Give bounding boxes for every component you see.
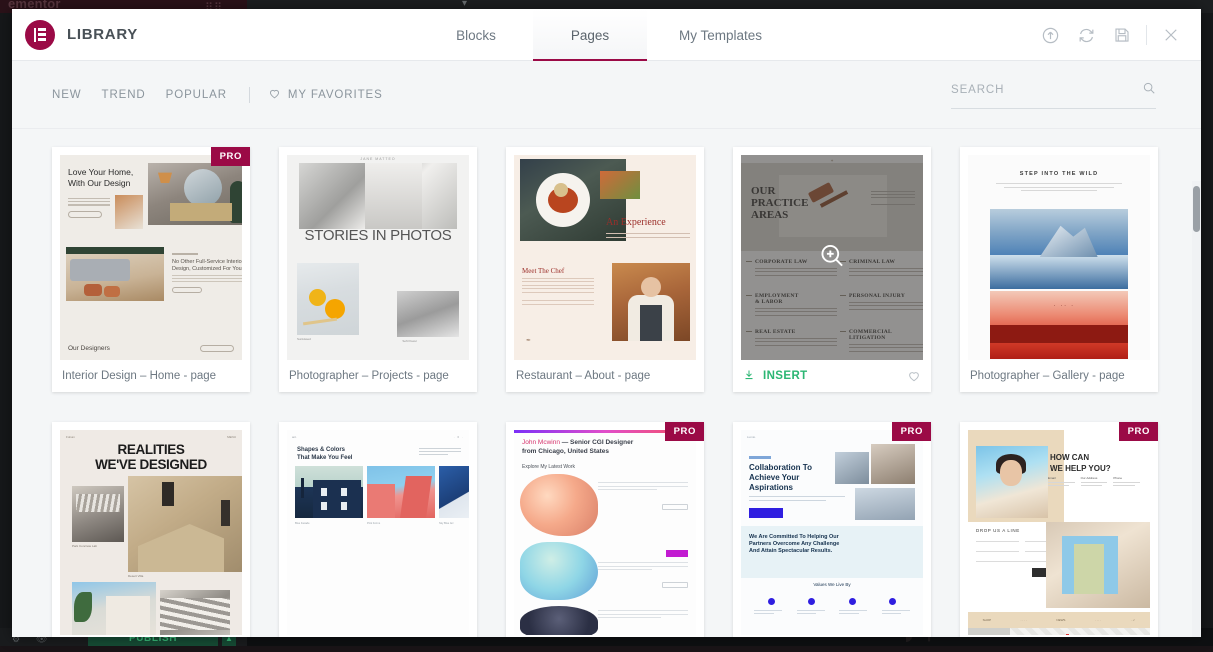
template-footer: Architecture – Projects - page [52, 635, 250, 637]
template-card[interactable]: PRO John Mcwinn — Senior CGI Designerfro… [506, 422, 704, 637]
template-thumbnail[interactable]: STEP INTO THE WILD · ·· · [968, 155, 1150, 360]
template-card[interactable]: PRO HOW CANWE HELP YOU? Email Our Addres… [960, 422, 1158, 637]
search-input[interactable] [951, 84, 1121, 96]
filter-bar: NEW TREND POPULAR MY FAVORITES [12, 61, 1201, 129]
favorite-heart-icon[interactable] [907, 369, 921, 383]
thumb-art-interior-design: Love Your Home,With Our Design No Other … [60, 155, 242, 360]
template-footer: Restaurant – About - page [506, 360, 704, 392]
template-label: Restaurant – About - page [516, 370, 650, 382]
search-box [951, 81, 1156, 109]
template-footer: Conference – Contact - page [960, 635, 1158, 637]
scrollbar-track[interactable] [1192, 181, 1201, 637]
template-thumbnail[interactable]: arc.· ≡ · Shapes & ColorsThat Make You F… [287, 430, 469, 635]
thumb-art-conference-contact: HOW CANWE HELP YOU? Email Our Address Ph… [968, 430, 1150, 635]
upload-icon[interactable] [1032, 17, 1068, 53]
tab-my-templates[interactable]: My Templates [647, 9, 794, 61]
template-label: Photographer – Projects - page [289, 370, 449, 382]
save-icon[interactable] [1104, 17, 1140, 53]
template-footer: 3D Designer – Projects - page [506, 635, 704, 637]
header-actions [1032, 9, 1189, 61]
insert-button[interactable]: INSERT [743, 369, 808, 384]
search-icon[interactable] [1142, 81, 1156, 100]
pro-badge: PRO [665, 422, 704, 441]
templates-grid: PRO Love Your Home,With Our Design No Ot… [52, 147, 1156, 637]
template-label: Photographer – Gallery - page [970, 370, 1125, 382]
template-thumbnail[interactable]: Love Your Home,With Our Design No Other … [60, 155, 242, 360]
download-icon [743, 369, 755, 384]
filter-popular[interactable]: POPULAR [166, 89, 247, 101]
pro-badge: PRO [1119, 422, 1158, 441]
filter-group: NEW TREND POPULAR MY FAVORITES [52, 87, 383, 103]
template-card[interactable]: PRO Lumio. Collaboration ToAchieve YourA… [733, 422, 931, 637]
template-footer: Photographer – Projects - page [279, 360, 477, 392]
template-footer: Architecture Photography – Galler… [279, 635, 477, 637]
insert-label: INSERT [763, 370, 808, 382]
template-footer: Business Consulting Company – A… [733, 635, 931, 637]
sync-icon[interactable] [1068, 17, 1104, 53]
chevron-down-icon: ▾ [462, 0, 467, 9]
zoom-in-icon[interactable] [819, 242, 846, 274]
template-card[interactable]: An Experience Meet The Chef ✒ Restaurant… [506, 147, 704, 392]
filter-divider [249, 87, 250, 103]
template-card[interactable]: STEP INTO THE WILD · ·· · Photographer –… [960, 147, 1158, 392]
template-footer: Interior Design – Home - page [52, 360, 250, 392]
close-icon[interactable] [1153, 17, 1189, 53]
thumb-art-photographer-projects: JANE MATTEO STORIES IN PHOTOS Sunkissed … [287, 155, 469, 360]
header-divider [1146, 25, 1147, 45]
thumb-art-architecture-photography: arc.· ≡ · Shapes & ColorsThat Make You F… [287, 430, 469, 635]
thumb-art-photographer-gallery: STEP INTO THE WILD · ·· · [968, 155, 1150, 360]
template-label: Interior Design – Home - page [62, 370, 216, 382]
thumb-art-business-consulting: Lumio. Collaboration ToAchieve YourAspir… [741, 430, 923, 635]
heart-icon [268, 87, 281, 103]
favorites-label: MY FAVORITES [288, 89, 383, 101]
template-thumbnail[interactable]: Lumio. Collaboration ToAchieve YourAspir… [741, 430, 923, 635]
template-footer: Photographer – Gallery - page [960, 360, 1158, 392]
scrollbar-thumb[interactable] [1193, 186, 1200, 232]
filter-trend[interactable]: TREND [102, 89, 166, 101]
thumb-art-restaurant-about: An Experience Meet The Chef ✒ [514, 155, 696, 360]
library-modal: LIBRARY Blocks Pages My Templates [12, 9, 1201, 637]
pro-badge: PRO [211, 147, 250, 166]
template-thumbnail[interactable]: JANE MATTEO STORIES IN PHOTOS Sunkissed … [287, 155, 469, 360]
template-card[interactable]: arc.· ≡ · Shapes & ColorsThat Make You F… [279, 422, 477, 637]
template-card-hovered[interactable]: ✦ OURPRACTICEAREAS CORPORATE LAW CRIMINA… [733, 147, 931, 392]
template-card[interactable]: PRO Love Your Home,With Our Design No Ot… [52, 147, 250, 392]
template-thumbnail[interactable]: ✦ OURPRACTICEAREAS CORPORATE LAW CRIMINA… [741, 155, 923, 360]
thumb-art-3d-designer: John Mcwinn — Senior CGI Designerfrom Ch… [514, 430, 696, 635]
tab-pages[interactable]: Pages [533, 9, 647, 61]
library-tabs: Blocks Pages My Templates [12, 9, 1201, 61]
thumb-art-architecture-projects: FoliumMENU REALITIESWE'VE DESIGNED Park … [60, 430, 242, 635]
tab-blocks[interactable]: Blocks [419, 9, 533, 61]
template-thumbnail[interactable]: An Experience Meet The Chef ✒ [514, 155, 696, 360]
pro-badge: PRO [892, 422, 931, 441]
template-card[interactable]: JANE MATTEO STORIES IN PHOTOS Sunkissed … [279, 147, 477, 392]
template-thumbnail[interactable]: FoliumMENU REALITIESWE'VE DESIGNED Park … [60, 430, 242, 635]
modal-header: LIBRARY Blocks Pages My Templates [12, 9, 1201, 61]
template-thumbnail[interactable]: HOW CANWE HELP YOU? Email Our Address Ph… [968, 430, 1150, 635]
filter-new[interactable]: NEW [52, 89, 102, 101]
template-card[interactable]: FoliumMENU REALITIESWE'VE DESIGNED Park … [52, 422, 250, 637]
filter-my-favorites[interactable]: MY FAVORITES [268, 87, 383, 103]
templates-scroll-area[interactable]: PRO Love Your Home,With Our Design No Ot… [12, 129, 1201, 637]
template-thumbnail[interactable]: John Mcwinn — Senior CGI Designerfrom Ch… [514, 430, 696, 635]
template-footer-hovered: INSERT [733, 360, 931, 392]
